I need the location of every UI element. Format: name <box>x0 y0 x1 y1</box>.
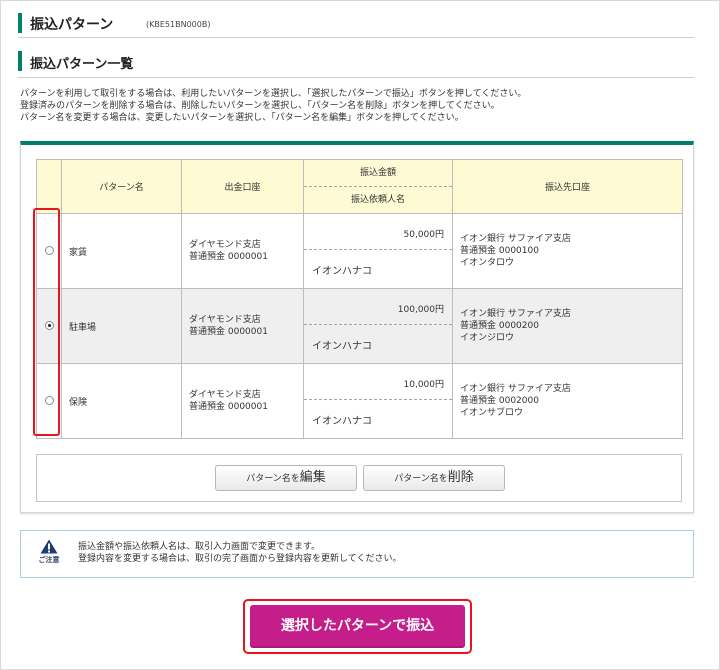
transfer-amount: 10,000円 <box>304 364 452 400</box>
warning-triangle-icon <box>40 539 58 554</box>
edit-pattern-name-button[interactable]: パターン名を編集 <box>215 465 357 491</box>
amount-requester-cell: 100,000円 イオンハナコ <box>303 288 453 364</box>
dest-bank: イオン銀行 サファイア支店 <box>460 309 571 319</box>
header-from-account: 出金口座 <box>181 159 304 214</box>
account-number: 普通預金 0000001 <box>189 327 268 337</box>
dest-name: イオンジロウ <box>460 333 515 343</box>
pattern-name: 駐車場 <box>61 288 182 364</box>
account-branch: ダイヤモンド支店 <box>189 390 261 400</box>
section-title: 振込パターン一覧 <box>30 57 134 72</box>
dest-name: イオンサブロウ <box>460 408 524 418</box>
requester-name: イオンハナコ <box>312 341 372 352</box>
destination-account: イオン銀行 サファイア支店 普通預金 0000100 イオンタロウ <box>452 213 683 289</box>
account-branch: ダイヤモンド支店 <box>189 240 261 250</box>
table-row[interactable]: 駐車場 ダイヤモンド支店 普通預金 0000001 100,000円 イオンハナ… <box>36 288 683 364</box>
title-accent-bar <box>18 13 22 33</box>
account-branch: ダイヤモンド支店 <box>189 315 261 325</box>
page-title: 振込パターン <box>30 17 114 33</box>
page-title-bar: 振込パターン (KBE51BN000B) <box>18 13 694 38</box>
header-pattern-name: パターン名 <box>61 159 182 214</box>
transfer-amount: 100,000円 <box>304 289 452 325</box>
pattern-table: パターン名 出金口座 振込金額 振込依頼人名 振込先口座 家賃 ダイヤモンド支店… <box>36 159 683 439</box>
amount-requester-cell: 10,000円 イオンハナコ <box>303 363 453 439</box>
destination-account: イオン銀行 サファイア支店 普通預金 0002000 イオンサブロウ <box>452 363 683 439</box>
page-code: (KBE51BN000B) <box>146 20 211 29</box>
dest-account: 普通預金 0000200 <box>460 321 539 331</box>
dest-account: 普通預金 0002000 <box>460 396 539 406</box>
from-account: ダイヤモンド支店 普通預金 0000001 <box>181 288 304 364</box>
account-number: 普通預金 0000001 <box>189 402 268 412</box>
header-radio-column <box>36 159 62 214</box>
instructions: パターンを利用して取引をする場合は、利用したいパターンを選択し、「選択したパター… <box>20 88 700 124</box>
instruction-line: パターン名を変更する場合は、変更したいパターンを選択し、「パターン名を編集」ボタ… <box>20 113 464 123</box>
transfer-with-selected-pattern-button[interactable]: 選択したパターンで振込 <box>250 605 465 648</box>
header-requester: 振込依頼人名 <box>350 195 405 205</box>
dest-bank: イオン銀行 サファイア支店 <box>460 234 571 244</box>
amount-requester-cell: 50,000円 イオンハナコ <box>303 213 453 289</box>
instruction-line: パターンを利用して取引をする場合は、利用したいパターンを選択し、「選択したパター… <box>20 89 527 99</box>
notice-line: 登録内容を変更する場合は、取引の完了画面から登録内容を更新してください。 <box>78 554 402 564</box>
edit-button-prefix: パターン名を <box>246 474 300 484</box>
pattern-action-bar: パターン名を編集 パターン名を削除 <box>36 454 682 502</box>
dest-bank: イオン銀行 サファイア支店 <box>460 384 571 394</box>
delete-button-prefix: パターン名を <box>394 474 448 484</box>
dest-account: 普通預金 0000100 <box>460 246 539 256</box>
radio-column-highlight <box>33 208 60 436</box>
from-account: ダイヤモンド支店 普通預金 0000001 <box>181 363 304 439</box>
notice-text: 振込金額や振込依頼人名は、取引入力画面で変更できます。 登録内容を変更する場合は… <box>78 541 401 565</box>
pattern-name: 保険 <box>61 363 182 439</box>
requester-name: イオンハナコ <box>312 416 372 427</box>
table-row[interactable]: 保険 ダイヤモンド支店 普通預金 0000001 10,000円 イオンハナコ … <box>36 363 683 439</box>
notice-line: 振込金額や振込依頼人名は、取引入力画面で変更できます。 <box>78 542 321 552</box>
header-amount: 振込金額 <box>304 160 452 187</box>
pattern-name: 家賃 <box>61 213 182 289</box>
requester-name: イオンハナコ <box>312 266 372 277</box>
notice-box: ご注意 振込金額や振込依頼人名は、取引入力画面で変更できます。 登録内容を変更す… <box>20 530 694 578</box>
notice-icon-group: ご注意 <box>34 539 64 565</box>
delete-pattern-name-button[interactable]: パターン名を削除 <box>363 465 505 491</box>
header-amount-requester: 振込金額 振込依頼人名 <box>303 159 453 214</box>
delete-button-main: 削除 <box>447 470 474 485</box>
dest-name: イオンタロウ <box>460 258 515 268</box>
notice-label: ご注意 <box>38 556 60 564</box>
header-destination: 振込先口座 <box>452 159 683 214</box>
subtitle-accent-bar <box>18 51 22 71</box>
instruction-line: 登録済みのパターンを削除する場合は、削除したいパターンを選択し、「パターン名を削… <box>20 101 500 111</box>
transfer-amount: 50,000円 <box>304 214 452 250</box>
destination-account: イオン銀行 サファイア支店 普通預金 0000200 イオンジロウ <box>452 288 683 364</box>
pattern-list-panel: パターン名 出金口座 振込金額 振込依頼人名 振込先口座 家賃 ダイヤモンド支店… <box>20 141 694 513</box>
from-account: ダイヤモンド支店 普通預金 0000001 <box>181 213 304 289</box>
table-header-row: パターン名 出金口座 振込金額 振込依頼人名 振込先口座 <box>36 159 683 214</box>
account-number: 普通預金 0000001 <box>189 252 268 262</box>
section-title-bar: 振込パターン一覧 <box>18 51 694 78</box>
table-row[interactable]: 家賃 ダイヤモンド支店 普通預金 0000001 50,000円 イオンハナコ … <box>36 213 683 289</box>
edit-button-main: 編集 <box>299 470 326 485</box>
